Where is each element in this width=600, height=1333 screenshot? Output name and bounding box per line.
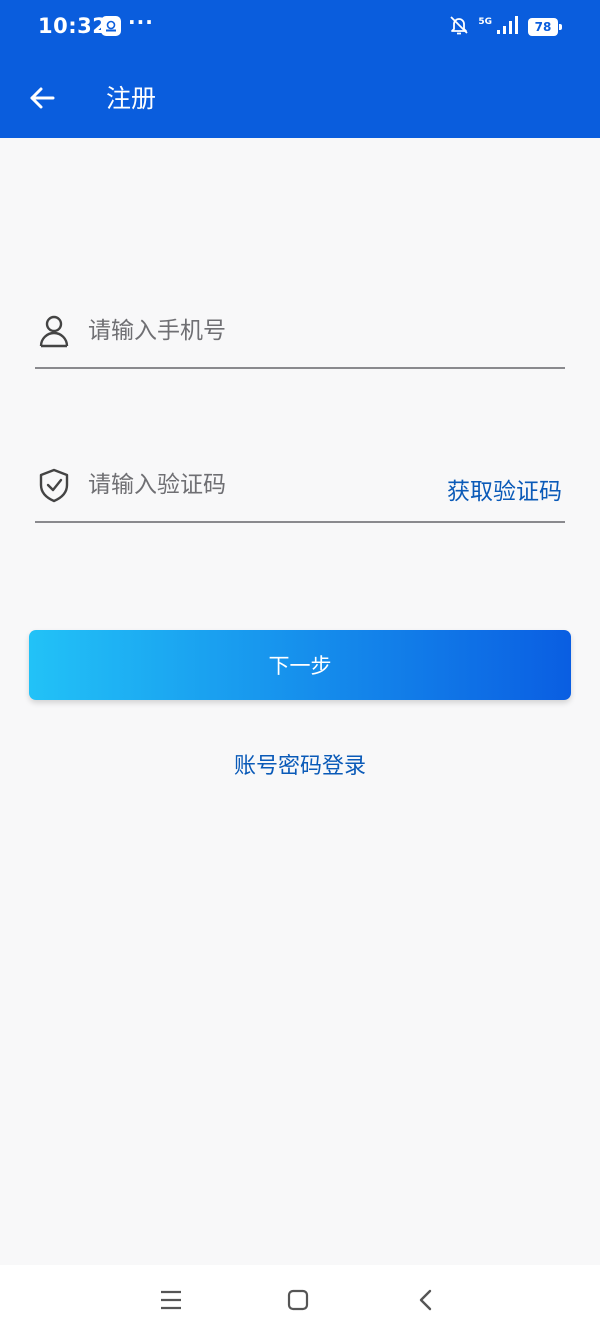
mute-icon xyxy=(448,15,470,39)
menu-icon xyxy=(161,1290,181,1310)
verification-code-input[interactable] xyxy=(88,465,418,505)
get-verification-code-button[interactable]: 获取验证码 xyxy=(447,472,562,506)
phone-field xyxy=(35,297,565,369)
user-icon xyxy=(38,313,70,349)
phone-input[interactable] xyxy=(88,311,418,351)
status-indicators: 5G 78 xyxy=(448,15,562,39)
signal-icon xyxy=(496,15,520,39)
back-button[interactable] xyxy=(24,80,60,116)
app-header: 10:32 ··· 5G 78 注册 xyxy=(0,0,600,138)
app-notification-icon xyxy=(101,16,121,36)
battery-indicator: 78 xyxy=(528,18,562,36)
status-bar: 10:32 ··· 5G 78 xyxy=(0,0,600,56)
shield-check-icon xyxy=(38,467,70,503)
home-button[interactable] xyxy=(283,1285,313,1315)
home-icon xyxy=(287,1289,309,1311)
verification-code-field: 获取验证码 xyxy=(35,451,565,523)
back-chevron-icon xyxy=(419,1289,432,1311)
overflow-dots-icon: ··· xyxy=(128,10,154,34)
system-back-button[interactable] xyxy=(410,1285,440,1315)
system-nav-bar xyxy=(0,1265,600,1333)
status-time: 10:32 xyxy=(38,14,108,38)
network-label: 5G xyxy=(478,17,492,27)
arrow-left-icon xyxy=(30,87,55,109)
next-step-button[interactable]: 下一步 xyxy=(29,630,571,700)
recent-apps-button[interactable] xyxy=(156,1285,186,1315)
page-title: 注册 xyxy=(106,84,157,113)
account-password-login-link[interactable]: 账号密码登录 xyxy=(0,748,600,780)
